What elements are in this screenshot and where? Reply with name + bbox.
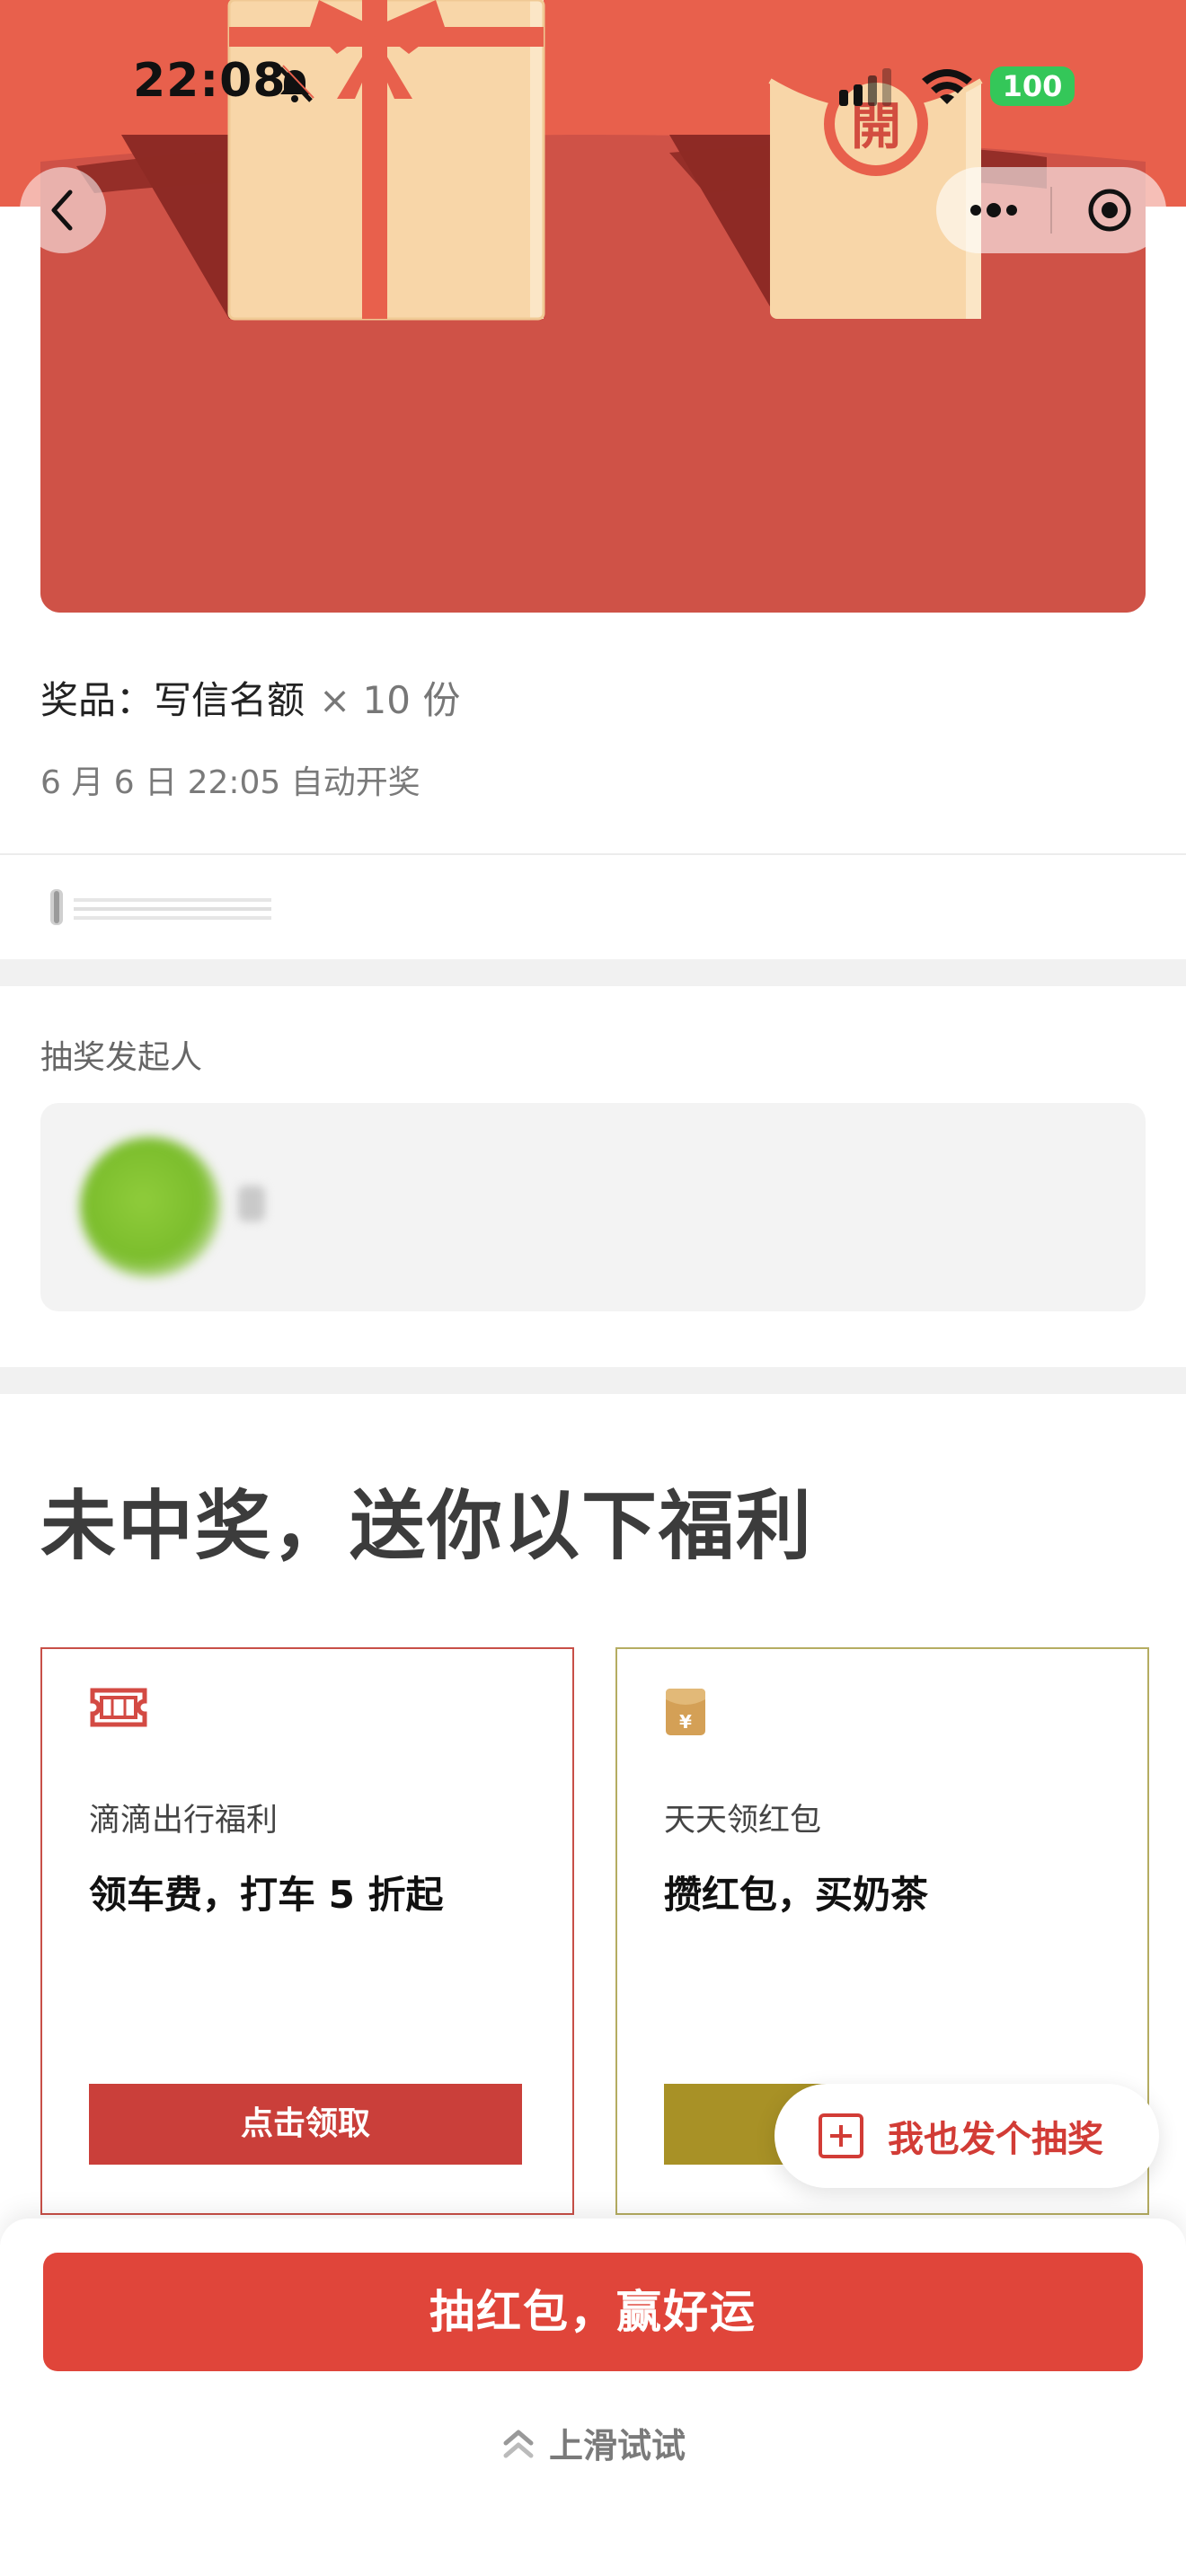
battery-indicator: 100 bbox=[990, 66, 1075, 106]
prize-quantity: × 10 份 bbox=[319, 678, 461, 722]
more-button[interactable] bbox=[936, 167, 1050, 253]
benefit-card-didi[interactable]: 滴滴出行福利 领车费，打车 5 折起 点击领取 bbox=[40, 1647, 574, 2215]
benefit-subtitle: 滴滴出行福利 bbox=[89, 1803, 279, 1839]
prize-label: 奖品：写信名额 bbox=[40, 678, 305, 722]
welfare-heading: 未中奖，送你以下福利 bbox=[40, 1481, 814, 1570]
status-time: 22:08 bbox=[133, 54, 287, 108]
organizer-card[interactable] bbox=[40, 1103, 1146, 1311]
start-lottery-button[interactable]: 我也发个抽奖 bbox=[774, 2084, 1159, 2188]
draw-red-packet-button[interactable]: 抽红包，赢好运 bbox=[43, 2253, 1143, 2371]
bottom-sheet: 抽红包，赢好运 上滑试试 bbox=[0, 2219, 1186, 2576]
swipe-hint-label: 上滑试试 bbox=[548, 2426, 686, 2466]
svg-text:¥: ¥ bbox=[679, 1711, 692, 1733]
signal-icon bbox=[837, 68, 900, 111]
open-time: 6 月 6 日 22:05 自动开奖 bbox=[40, 764, 420, 801]
organizer-label: 抽奖发起人 bbox=[40, 1039, 203, 1076]
bell-slash-icon bbox=[275, 65, 314, 108]
ticket-icon bbox=[89, 1687, 148, 1732]
mini-program-capsule bbox=[936, 167, 1166, 253]
benefit-subtitle: 天天领红包 bbox=[664, 1803, 822, 1839]
chevron-left-icon bbox=[51, 190, 73, 231]
start-lottery-label: 我也发个抽奖 bbox=[888, 2119, 1103, 2160]
double-chevron-up-icon bbox=[503, 2430, 534, 2457]
benefit-title: 攒红包，买奶茶 bbox=[664, 1873, 929, 1917]
target-close-icon bbox=[1088, 189, 1130, 232]
divider bbox=[0, 853, 1186, 855]
red-packet-icon: ¥ bbox=[664, 1687, 707, 1741]
plus-square-icon bbox=[819, 2113, 863, 2158]
wifi-icon bbox=[918, 65, 976, 111]
close-button[interactable] bbox=[1052, 167, 1166, 253]
avatar bbox=[80, 1137, 220, 1277]
prize-info: 奖品：写信名额 × 10 份 bbox=[40, 670, 460, 725]
section-gap bbox=[0, 959, 1186, 986]
organizer-name-blurred bbox=[238, 1186, 265, 1222]
more-dots-icon bbox=[969, 203, 1017, 217]
benefit-title: 领车费，打车 5 折起 bbox=[89, 1873, 444, 1917]
participants-strip[interactable] bbox=[47, 887, 271, 927]
back-button[interactable] bbox=[20, 167, 106, 253]
swipe-up-hint[interactable]: 上滑试试 bbox=[0, 2418, 1186, 2467]
claim-button[interactable]: 点击领取 bbox=[89, 2084, 522, 2165]
section-gap bbox=[0, 1367, 1186, 1394]
